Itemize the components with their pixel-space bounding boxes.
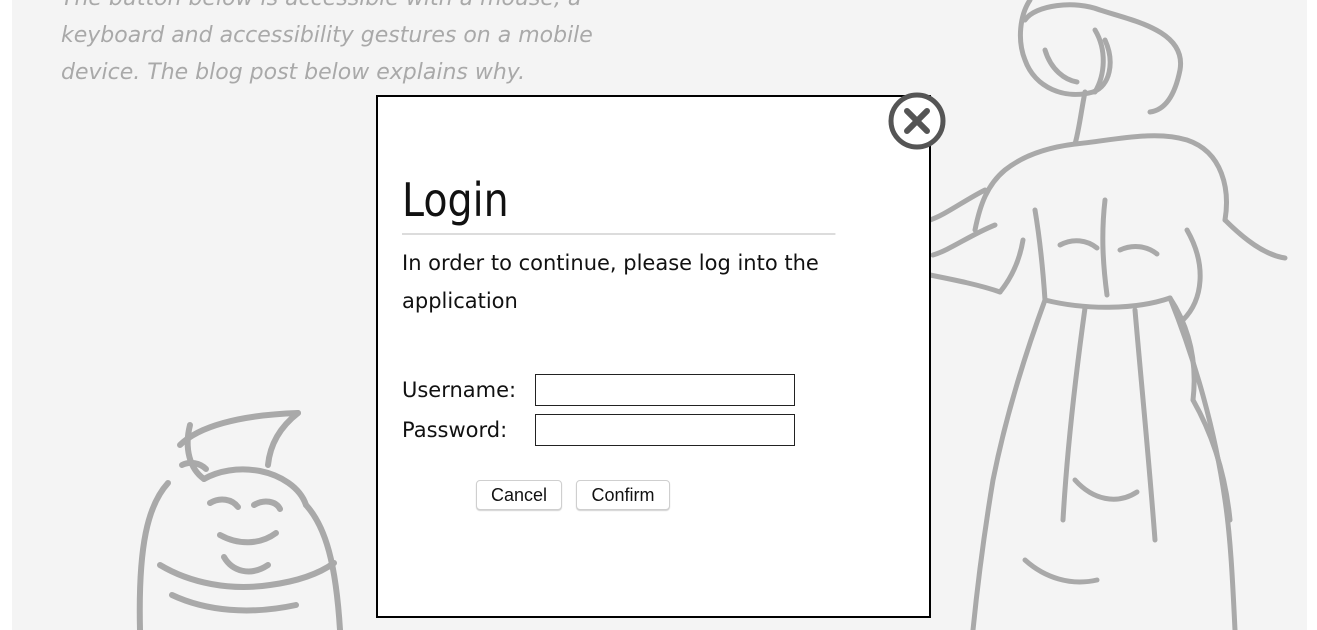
page: The button below is accessible with a mo… bbox=[0, 0, 1317, 630]
username-label: Username: bbox=[402, 378, 517, 402]
close-circle-icon bbox=[888, 92, 946, 150]
dialog-description: In order to continue, please log into th… bbox=[402, 251, 819, 313]
username-input[interactable] bbox=[535, 374, 795, 406]
intro-text: The button below is accessible with a mo… bbox=[61, 0, 593, 85]
creature-illustration bbox=[136, 410, 343, 630]
dialog-title: Login bbox=[402, 167, 836, 235]
confirm-button[interactable]: Confirm bbox=[576, 480, 670, 510]
close-button[interactable] bbox=[888, 92, 946, 150]
woman-illustration bbox=[927, 0, 1288, 630]
password-input[interactable] bbox=[535, 414, 795, 446]
login-dialog: Login In order to continue, please log i… bbox=[376, 95, 931, 618]
cancel-button[interactable]: Cancel bbox=[476, 480, 562, 510]
password-label: Password: bbox=[402, 418, 508, 442]
